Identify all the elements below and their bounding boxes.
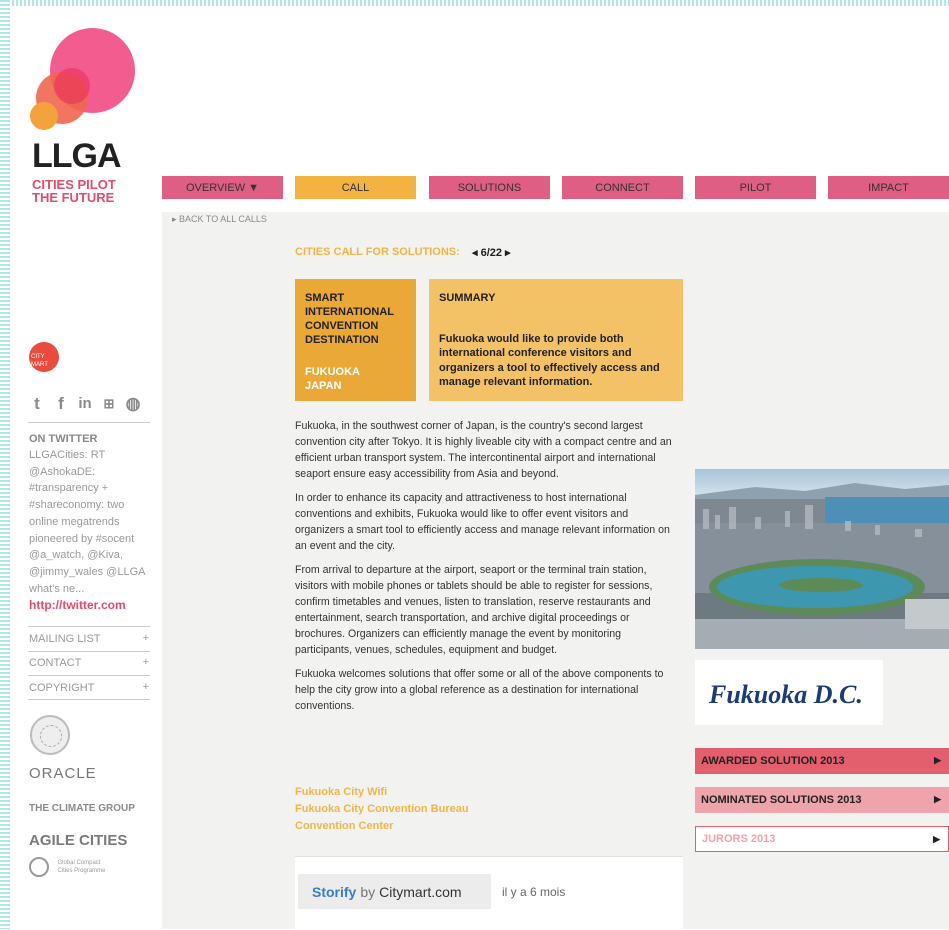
tweet-line: @AshokaDE: (29, 465, 96, 478)
storify-widget: Storify by Citymart.com il y a 6 mois (295, 856, 683, 930)
storify-partner: Citymart.com (379, 883, 462, 900)
global-compact-logo[interactable]: Global Compact Cities Programme (29, 857, 105, 877)
logo-text[interactable]: LLGA (32, 137, 122, 176)
awarded-solution-button[interactable]: AWARDED SOLUTION 2013 ▶ (695, 748, 949, 774)
call-title-line: INTERNATIONAL (305, 306, 395, 318)
copyright-label: COPYRIGHT (29, 682, 95, 694)
summary-label: SUMMARY (439, 292, 496, 304)
arrow-right-icon: ▶ (933, 834, 940, 844)
jurors-button[interactable]: JURORS 2013 ▶ (695, 826, 949, 852)
related-link-wifi[interactable]: Fukuoka City Wifi (295, 784, 469, 801)
plus-icon: + (142, 656, 149, 668)
storify-timestamp: il y a 6 mois (502, 885, 566, 899)
nav-overview[interactable]: OVERVIEW ▼ (162, 176, 283, 199)
copyright-link[interactable]: COPYRIGHT + (29, 681, 149, 694)
tweet-line: online megatrends (29, 515, 120, 528)
arrow-right-icon: ▶ (934, 794, 941, 804)
tweet-line: LLGACities: RT (29, 449, 106, 461)
nav-connect[interactable]: CONNECT (562, 176, 683, 199)
nav-impact[interactable]: IMPACT (828, 176, 949, 199)
call-description: Fukuoka, in the southwest corner of Japa… (295, 418, 680, 722)
nav-solutions[interactable]: SOLUTIONS (429, 176, 550, 199)
tweet-line: #shareconomy: two (29, 499, 125, 512)
agile-cities-logo[interactable]: AGILE CITIES (29, 832, 127, 849)
divider (28, 675, 150, 676)
contact-label: CONTACT (29, 657, 82, 669)
global-compact-line1: Global Compact (57, 860, 101, 866)
description-paragraph: Fukuoka, in the southwest corner of Japa… (295, 420, 672, 480)
tumblr-icon[interactable]: t (28, 395, 46, 413)
frame-left-border (0, 0, 10, 929)
linkedin-icon[interactable]: in (76, 395, 94, 413)
tweet-line: #transparency + (29, 482, 109, 495)
fukuoka-dc-logo[interactable]: Fukuoka D.C. (695, 660, 883, 725)
llga-logo-icon[interactable] (30, 28, 140, 138)
storify-button[interactable]: Storify by Citymart.com (298, 874, 491, 909)
plus-icon: + (142, 681, 149, 693)
oracle-logo[interactable]: ORACLE (29, 765, 97, 782)
related-link-convention-bureau[interactable]: Fukuoka City Convention Bureau (295, 801, 469, 818)
tweet-line: @a_watch, @Kiva, (29, 549, 123, 562)
nav-pilot[interactable]: PILOT (695, 176, 816, 199)
mailing-list-link[interactable]: MAILING LIST + (29, 632, 149, 645)
citymart-logo-icon: CITY MART (29, 342, 59, 372)
divider (28, 626, 150, 627)
nominated-solutions-button[interactable]: NOMINATED SOLUTIONS 2013 ▶ (695, 787, 949, 813)
tweet-line: what's ne... (29, 582, 85, 595)
globe-icon[interactable]: ◍ (124, 395, 142, 413)
tweet-line: pioneered by #socent (29, 532, 135, 545)
call-city: FUKUOKA (305, 366, 360, 378)
arrow-right-icon: ▶ (934, 755, 941, 765)
call-pager[interactable]: ◂ 6/22 ▸ (472, 246, 511, 259)
call-title-box: SMART INTERNATIONAL CONVENTION DESTINATI… (295, 279, 416, 401)
call-country: JAPAN (305, 380, 342, 392)
citymart-logo[interactable]: CITY MART (29, 342, 159, 372)
facebook-icon[interactable]: f (52, 395, 70, 413)
summary-box: SUMMARY Fukuoka would like to provide bo… (429, 279, 683, 401)
awarded-solution-label: AWARDED SOLUTION 2013 (701, 755, 845, 767)
storify-by: by (360, 883, 376, 900)
call-title-line: DESTINATION (305, 334, 379, 346)
back-to-all-calls-link[interactable]: ▸ BACK TO ALL CALLS (172, 214, 267, 225)
globe-icon (29, 857, 49, 877)
mailing-list-label: MAILING LIST (29, 633, 101, 645)
contact-link[interactable]: CONTACT + (29, 656, 149, 669)
fukuoka-dc-logo-text: Fukuoka D.C. (709, 680, 863, 709)
divider (28, 651, 150, 652)
twitter-feed[interactable]: LLGACities: RT @AshokaDE: #transparency … (29, 447, 153, 617)
nominated-solutions-label: NOMINATED SOLUTIONS 2013 (701, 794, 862, 806)
call-title-line: SMART (305, 292, 345, 304)
fukuoka-city-photo (695, 469, 949, 649)
divider (28, 699, 150, 700)
global-compact-line2: Cities Programme (57, 868, 106, 874)
tweet-link[interactable]: http://twitter.com (29, 597, 153, 614)
divider (28, 422, 150, 423)
nav-call[interactable]: CALL (295, 176, 416, 199)
city-seal-logo[interactable] (30, 715, 70, 755)
jurors-label: JURORS 2013 (702, 833, 776, 845)
call-title-line: CONVENTION (305, 320, 379, 332)
related-links: Fukuoka City Wifi Fukuoka City Conventio… (295, 784, 469, 835)
xing-icon[interactable]: ⊞ (100, 395, 118, 413)
climate-group-logo[interactable]: THE CLIMATE GROUP (29, 803, 135, 814)
twitter-heading: ON TWITTER (29, 433, 98, 445)
related-link-convention-center[interactable]: Convention Center (295, 818, 469, 835)
tweet-line: @jimmy_wales @LLGA (29, 565, 146, 578)
summary-text: Fukuoka would like to provide both inter… (439, 332, 660, 389)
description-paragraph: Fukuoka welcomes solutions that offer so… (295, 668, 664, 712)
description-paragraph: From arrival to departure at the airport… (295, 564, 653, 656)
logo-tagline: CITIES PILOT THE FUTURE (32, 178, 116, 204)
tagline-line-2: THE FUTURE (32, 190, 115, 205)
plus-icon: + (142, 632, 149, 644)
call-heading: CITIES CALL FOR SOLUTIONS: (295, 246, 460, 258)
social-icons: t f in ⊞ ◍ (28, 395, 142, 413)
storify-brand: Storify (312, 883, 357, 900)
description-paragraph: In order to enhance its capacity and att… (295, 492, 670, 552)
